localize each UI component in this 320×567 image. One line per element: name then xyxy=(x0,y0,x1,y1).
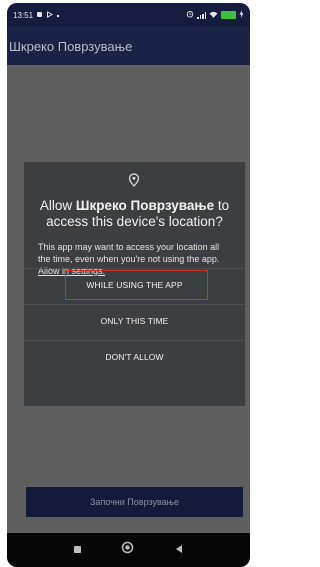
dialog-title-prefix: Allow xyxy=(39,198,76,213)
dialog-title-app-name: Шкреко Поврзување xyxy=(75,198,215,213)
charging-icon xyxy=(239,10,244,20)
only-this-time-button[interactable]: ONLY THIS TIME xyxy=(24,304,245,338)
location-pin-icon xyxy=(128,173,140,187)
dialog-title: Allow Шкреко Поврзување to access this d… xyxy=(36,198,233,230)
phone-screen: 13:51 Шкреко Поврзување Allow Шкреко Пов… xyxy=(7,3,250,567)
alarm-icon xyxy=(186,10,194,20)
dot-icon xyxy=(56,11,60,20)
play-icon xyxy=(46,10,54,20)
status-time: 13:51 xyxy=(13,10,34,20)
start-connection-button[interactable]: Започни Поврзување xyxy=(26,487,243,517)
navigation-bar xyxy=(7,533,250,567)
location-permission-dialog: Allow Шкреко Поврзување to access this d… xyxy=(24,162,245,406)
notification-icon xyxy=(36,11,43,20)
status-bar-right xyxy=(186,10,244,20)
back-icon[interactable] xyxy=(174,541,184,559)
home-icon[interactable] xyxy=(121,541,134,559)
app-title: Шкреко Поврзување xyxy=(9,38,133,54)
signal-icon xyxy=(197,11,206,19)
app-bar: Шкреко Поврзување xyxy=(7,27,250,65)
dont-allow-button[interactable]: DON'T ALLOW xyxy=(24,340,245,374)
status-bar: 13:51 xyxy=(7,3,250,27)
wifi-icon xyxy=(209,11,218,20)
battery-icon xyxy=(221,11,236,19)
status-bar-left: 13:51 xyxy=(13,11,60,20)
only-this-time-label: ONLY THIS TIME xyxy=(100,316,169,326)
dialog-body-text: This app may want to access your locatio… xyxy=(38,242,220,264)
highlight-box xyxy=(65,270,208,300)
start-connection-label: Започни Поврзување xyxy=(90,497,179,507)
dont-allow-label: DON'T ALLOW xyxy=(105,352,164,362)
recents-icon[interactable] xyxy=(73,541,82,559)
